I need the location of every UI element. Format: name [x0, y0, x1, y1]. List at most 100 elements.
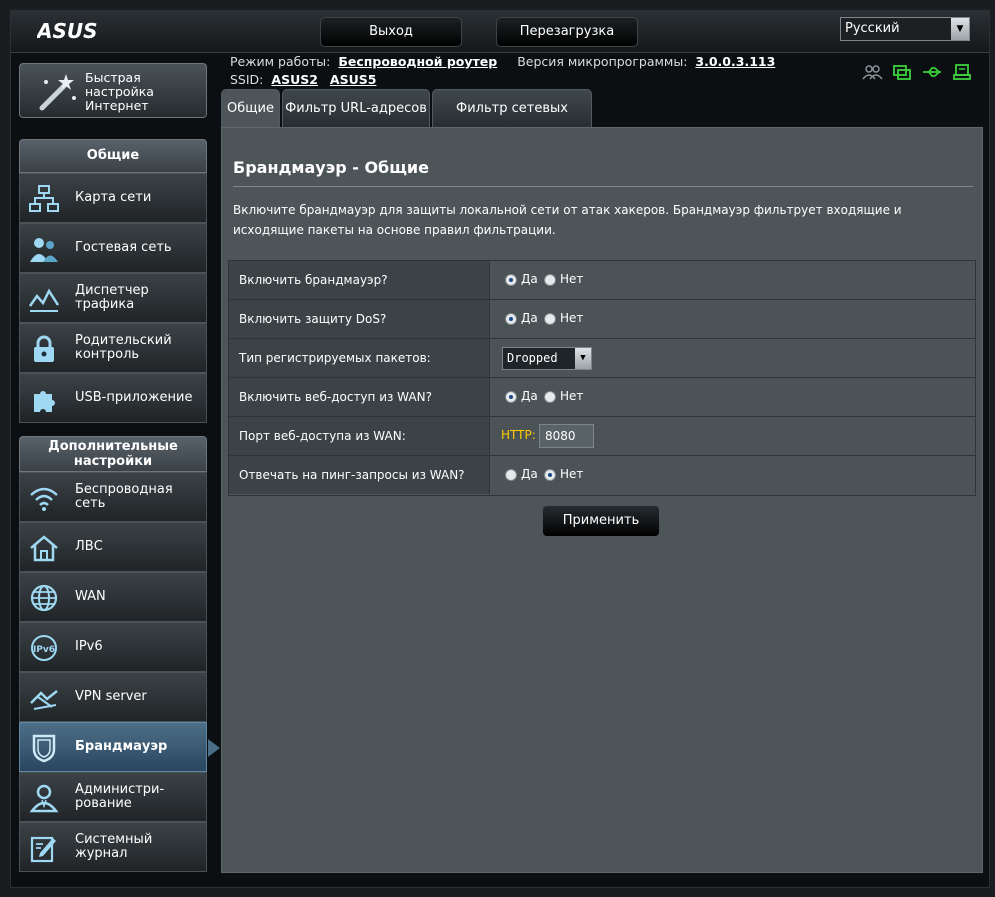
usb-app-icon [34, 391, 55, 412]
divider [233, 186, 973, 187]
status-info: Режим работы: Беспроводной роутер Версия… [230, 53, 775, 89]
no-label: Нет [560, 389, 584, 403]
nav-item-label: VPN server [75, 689, 147, 704]
printer-status-icon[interactable] [951, 63, 973, 81]
ssid-2-link[interactable]: ASUS5 [330, 72, 377, 87]
sidebar-item-wan[interactable]: WAN [19, 572, 207, 622]
sidebar-item-firewall[interactable]: Брандмауэр [19, 722, 220, 772]
yes-label: Да [521, 467, 538, 481]
nav-item-label: Родительский контроль [75, 333, 172, 362]
ssid-1-link[interactable]: ASUS2 [271, 72, 318, 87]
advanced-section-header: Дополнительные настройки [19, 436, 207, 472]
table-row: Включить защиту DoS? Да Нет [229, 300, 975, 339]
wan-web-no-radio[interactable] [544, 391, 556, 403]
reboot-button[interactable]: Перезагрузка [496, 17, 638, 47]
nav-item-label: Беспроводная сеть [75, 482, 173, 511]
sidebar-item-network-map[interactable]: Карта сети [19, 173, 207, 223]
sidebar-item-usb-app[interactable]: USB-приложение [19, 373, 207, 423]
nav-item-label: Карта сети [75, 190, 152, 205]
clients-icon[interactable] [861, 63, 883, 81]
svg-text:IPv6: IPv6 [33, 645, 55, 655]
wireless-icon [30, 487, 58, 511]
sidebar-item-parental-control[interactable]: Родительский контроль [19, 323, 207, 373]
nav-item-label: Диспетчер трафика [75, 283, 149, 312]
table-row: Включить веб-доступ из WAN? Да Нет [229, 378, 975, 417]
ipv6-icon: IPv6 [31, 635, 57, 661]
mode-label: Режим работы: [230, 54, 331, 69]
mode-value-link[interactable]: Беспроводной роутер [338, 54, 497, 69]
yes-label: Да [521, 311, 538, 325]
traffic-manager-icon [28, 288, 60, 312]
sidebar-item-guest-network[interactable]: Гостевая сеть [19, 223, 207, 273]
chevron-down-icon: ▼ [951, 18, 969, 40]
language-value: Русский [845, 21, 900, 36]
internet-status-icon[interactable] [891, 63, 913, 81]
sidebar-item-traffic-manager[interactable]: Диспетчер трафика [19, 273, 207, 323]
firmware-value-link[interactable]: 3.0.0.3.113 [695, 54, 775, 69]
general-section-header: Общие [19, 139, 207, 173]
wan-port-label: Порт веб-доступа из WAN: [229, 417, 490, 455]
log-packet-type-select[interactable]: Dropped ▼ [502, 347, 592, 370]
no-label: Нет [560, 467, 584, 481]
guest-network-icon [30, 238, 58, 262]
nav-item-label: ЛВС [75, 539, 103, 554]
log-packet-type-label: Тип регистрируемых пакетов: [229, 339, 490, 377]
wan-ping-label: Отвечать на пинг-запросы из WAN? [229, 456, 490, 494]
no-label: Нет [560, 272, 584, 286]
usb-status-icon[interactable] [921, 63, 943, 81]
sidebar-item-lan[interactable]: ЛВС [19, 522, 207, 572]
dos-yes-radio[interactable] [505, 313, 517, 325]
firewall-enable-label: Включить брандмауэр? [229, 261, 490, 299]
ping-yes-radio[interactable] [505, 469, 517, 481]
wan-web-access-label: Включить веб-доступ из WAN? [229, 378, 490, 416]
status-icons [861, 63, 973, 81]
dos-no-radio[interactable] [544, 313, 556, 325]
quick-setup-button[interactable]: Быстрая настройка Интернет [19, 63, 207, 118]
table-row: Тип регистрируемых пакетов: Dropped ▼ [229, 339, 975, 378]
svg-text:ASUS: ASUS [37, 20, 98, 42]
dos-protection-label: Включить защиту DoS? [229, 300, 490, 338]
wan-ping-options: Да Нет [491, 456, 975, 494]
no-label: Нет [560, 311, 584, 325]
apply-button[interactable]: Применить [542, 505, 660, 537]
firewall-settings-table: Включить брандмауэр? Да Нет Включить защ… [228, 260, 976, 496]
router-frame: ASUS Выход Перезагрузка Русский ▼ Режим … [10, 10, 990, 888]
firewall-icon [32, 734, 56, 763]
log-packet-type-value: Dropped [507, 351, 558, 365]
sidebar-item-admin[interactable]: Администри-рование [19, 772, 207, 822]
magic-wand-icon [39, 74, 76, 111]
firewall-no-radio[interactable] [544, 274, 556, 286]
lan-icon [30, 535, 58, 562]
wan-port-input[interactable]: 8080 [539, 424, 594, 448]
ping-no-radio[interactable] [544, 469, 556, 481]
language-select[interactable]: Русский ▼ [840, 17, 970, 41]
sidebar-item-wireless[interactable]: Беспроводная сеть [19, 472, 207, 522]
sidebar-item-syslog[interactable]: Системный журнал [19, 822, 207, 872]
wan-web-access-options: Да Нет [491, 378, 975, 416]
wan-web-yes-radio[interactable] [505, 391, 517, 403]
sidebar-item-ipv6[interactable]: IPv6 IPv6 [19, 622, 207, 672]
logout-button[interactable]: Выход [320, 17, 462, 47]
http-prefix-label: HTTP: [501, 428, 536, 442]
network-map-icon [29, 185, 59, 212]
nav-item-label: IPv6 [75, 639, 103, 654]
asus-logo: ASUS [37, 20, 98, 42]
firewall-enable-options: Да Нет [491, 261, 975, 299]
sidebar-item-vpn[interactable]: VPN server [19, 672, 207, 722]
quick-setup-label: Быстрая настройка Интернет [85, 70, 154, 113]
tab-network-services-filter[interactable]: Фильтр сетевых служб [432, 89, 592, 154]
admin-icon [29, 784, 59, 813]
tab-url-filter[interactable]: Фильтр URL-адресов [282, 89, 430, 129]
firewall-yes-radio[interactable] [505, 274, 517, 286]
table-row: Включить брандмауэр? Да Нет [229, 261, 975, 300]
yes-label: Да [521, 389, 538, 403]
page-description: Включите брандмауэр для защиты локальной… [233, 203, 902, 237]
nav-item-label: USB-приложение [75, 390, 193, 405]
syslog-icon [30, 836, 56, 863]
ssid-label: SSID: [230, 72, 264, 87]
dos-protection-options: Да Нет [491, 300, 975, 338]
tab-general[interactable]: Общие [221, 89, 280, 129]
parental-control-icon [34, 335, 54, 362]
active-pointer [208, 739, 220, 757]
log-packet-type-options: Dropped ▼ [491, 339, 975, 377]
